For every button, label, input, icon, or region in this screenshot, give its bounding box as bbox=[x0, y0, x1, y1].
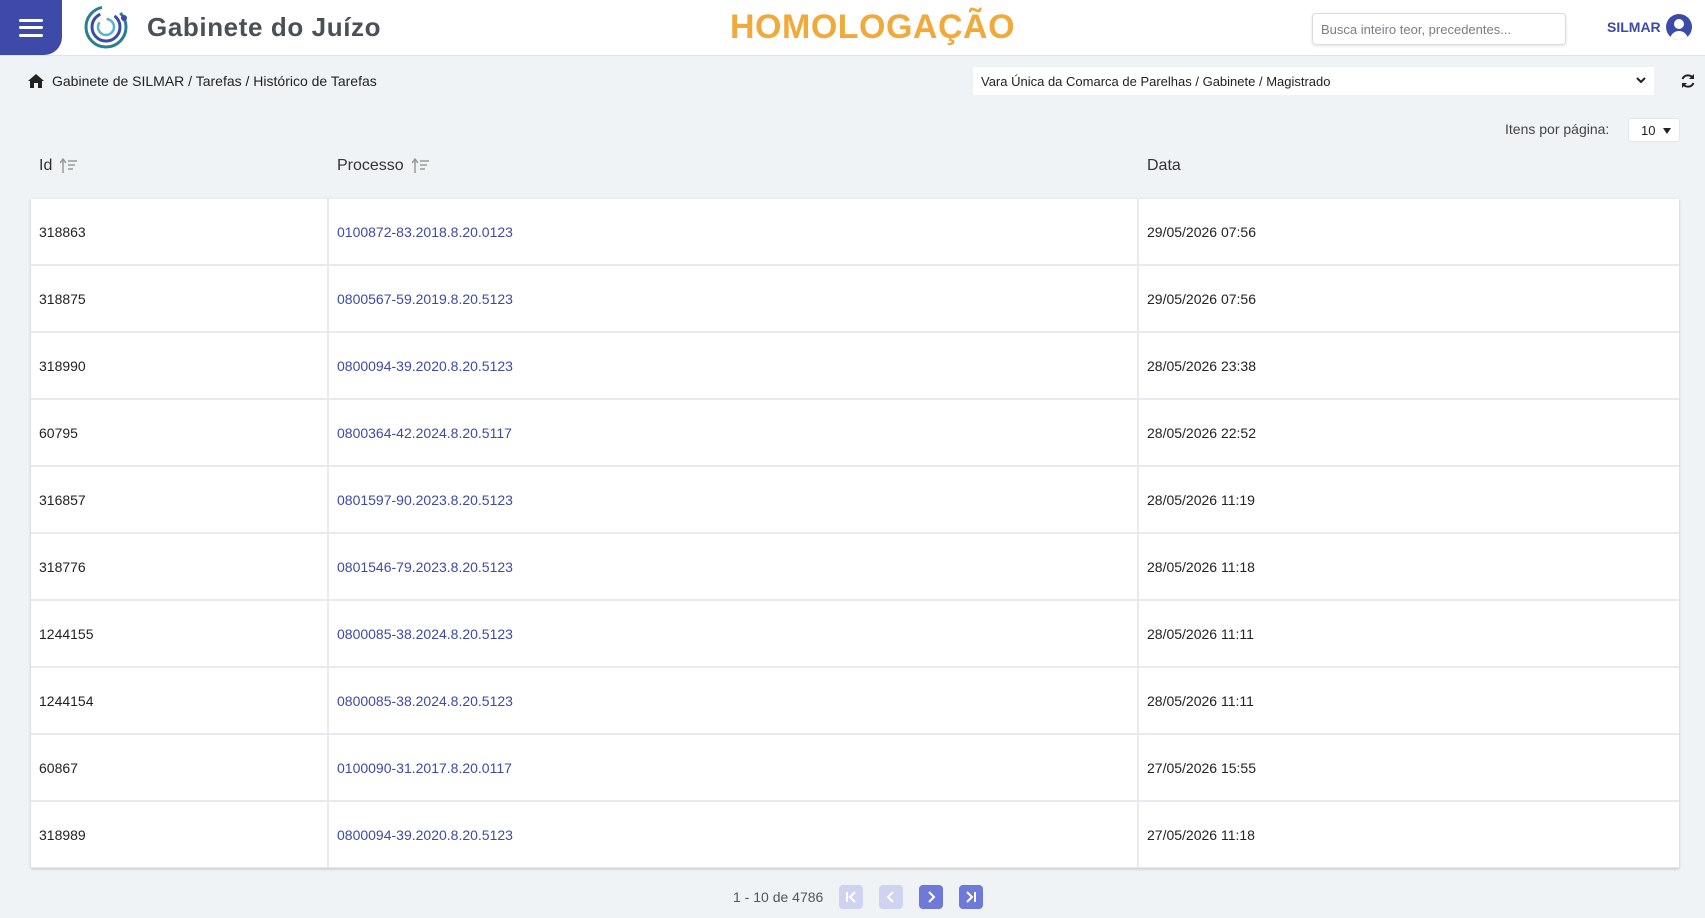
cell-id: 318776 bbox=[31, 534, 327, 599]
cell-processo-link[interactable]: 0800085-38.2024.8.20.5123 bbox=[329, 601, 1137, 666]
breadcrumb: Gabinete de SILMAR / Tarefas / Histórico… bbox=[28, 72, 377, 90]
cell-data: 28/05/2026 11:11 bbox=[1139, 601, 1679, 666]
cell-processo-link[interactable]: 0801546-79.2023.8.20.5123 bbox=[329, 534, 1137, 599]
menu-icon bbox=[19, 18, 43, 37]
table-row: 318776 0801546-79.2023.8.20.5123 28/05/2… bbox=[31, 534, 1679, 599]
cell-data: 28/05/2026 11:19 bbox=[1139, 467, 1679, 532]
cell-data: 27/05/2026 15:55 bbox=[1139, 735, 1679, 800]
prev-page-button[interactable] bbox=[879, 885, 903, 909]
search-input[interactable] bbox=[1312, 13, 1566, 45]
cell-processo-link[interactable]: 0800094-39.2020.8.20.5123 bbox=[329, 802, 1137, 867]
sort-icon[interactable] bbox=[411, 158, 430, 174]
cell-processo-link[interactable]: 0800567-59.2019.8.20.5123 bbox=[329, 266, 1137, 331]
page-size-label: Itens por página: bbox=[1505, 121, 1610, 137]
cell-id: 60795 bbox=[31, 400, 327, 465]
refresh-icon[interactable] bbox=[1680, 73, 1696, 89]
column-header-data: Data bbox=[1147, 157, 1181, 174]
next-page-button[interactable] bbox=[919, 885, 943, 909]
cell-data: 28/05/2026 22:52 bbox=[1139, 400, 1679, 465]
cell-id: 1244155 bbox=[31, 601, 327, 666]
first-page-icon bbox=[846, 891, 856, 903]
cell-processo-link[interactable]: 0100090-31.2017.8.20.0117 bbox=[329, 735, 1137, 800]
chevron-down-icon bbox=[1663, 128, 1671, 134]
table-row: 318863 0100872-83.2018.8.20.0123 29/05/2… bbox=[31, 199, 1679, 264]
pagination-range: 1 - 10 de 4786 bbox=[733, 889, 824, 905]
cell-id: 316857 bbox=[31, 467, 327, 532]
table-row: 1244155 0800085-38.2024.8.20.5123 28/05/… bbox=[31, 601, 1679, 666]
unit-selector-value: Vara Única da Comarca de Parelhas / Gabi… bbox=[981, 73, 1331, 89]
last-page-button[interactable] bbox=[959, 885, 983, 909]
user-icon[interactable] bbox=[1666, 14, 1692, 40]
breadcrumb-path[interactable]: Gabinete de SILMAR / Tarefas / Histórico… bbox=[52, 73, 377, 89]
cell-data: 28/05/2026 11:18 bbox=[1139, 534, 1679, 599]
menu-button[interactable] bbox=[0, 0, 62, 55]
cell-id: 1244154 bbox=[31, 668, 327, 733]
cell-processo-link[interactable]: 0100872-83.2018.8.20.0123 bbox=[329, 199, 1137, 264]
logo-icon bbox=[84, 5, 128, 49]
table-row: 1244154 0800085-38.2024.8.20.5123 28/05/… bbox=[31, 668, 1679, 733]
first-page-button[interactable] bbox=[839, 885, 863, 909]
prev-page-icon bbox=[886, 891, 894, 903]
next-page-icon bbox=[928, 891, 936, 903]
sort-icon[interactable] bbox=[60, 158, 78, 174]
column-header-id[interactable]: Id bbox=[39, 157, 78, 175]
cell-id: 318875 bbox=[31, 266, 327, 331]
task-history-table: 318863 0100872-83.2018.8.20.0123 29/05/2… bbox=[31, 199, 1679, 868]
page-size-select[interactable]: 10 bbox=[1628, 118, 1680, 142]
table-row: 318990 0800094-39.2020.8.20.5123 28/05/2… bbox=[31, 333, 1679, 398]
table-row: 60867 0100090-31.2017.8.20.0117 27/05/20… bbox=[31, 735, 1679, 800]
cell-id: 318990 bbox=[31, 333, 327, 398]
cell-id: 318863 bbox=[31, 199, 327, 264]
last-page-icon bbox=[966, 891, 976, 903]
environment-title: HOMOLOGAÇÃO bbox=[730, 8, 1016, 46]
cell-processo-link[interactable]: 0800364-42.2024.8.20.5117 bbox=[329, 400, 1137, 465]
column-header-processo[interactable]: Processo bbox=[337, 157, 430, 175]
cell-id: 318989 bbox=[31, 802, 327, 867]
table-row: 318875 0800567-59.2019.8.20.5123 29/05/2… bbox=[31, 266, 1679, 331]
cell-data: 28/05/2026 11:11 bbox=[1139, 668, 1679, 733]
cell-processo-link[interactable]: 0800094-39.2020.8.20.5123 bbox=[329, 333, 1137, 398]
table-row: 316857 0801597-90.2023.8.20.5123 28/05/2… bbox=[31, 467, 1679, 532]
home-icon[interactable] bbox=[28, 74, 44, 88]
app-title: Gabinete do Juízo bbox=[147, 12, 382, 42]
cell-processo-link[interactable]: 0800085-38.2024.8.20.5123 bbox=[329, 668, 1137, 733]
app-header: Gabinete do Juízo HOMOLOGAÇÃO SILMAR bbox=[0, 0, 1705, 56]
cell-id: 60867 bbox=[31, 735, 327, 800]
table-row: 318989 0800094-39.2020.8.20.5123 27/05/2… bbox=[31, 802, 1679, 867]
cell-data: 27/05/2026 11:18 bbox=[1139, 802, 1679, 867]
page-size-value: 10 bbox=[1641, 122, 1656, 138]
cell-data: 29/05/2026 07:56 bbox=[1139, 199, 1679, 264]
cell-data: 29/05/2026 07:56 bbox=[1139, 266, 1679, 331]
user-name[interactable]: SILMAR bbox=[1607, 19, 1661, 35]
chevron-down-icon bbox=[1636, 77, 1646, 84]
unit-selector[interactable]: Vara Única da Comarca de Parelhas / Gabi… bbox=[973, 67, 1654, 95]
table-row: 60795 0800364-42.2024.8.20.5117 28/05/20… bbox=[31, 400, 1679, 465]
cell-data: 28/05/2026 23:38 bbox=[1139, 333, 1679, 398]
cell-processo-link[interactable]: 0801597-90.2023.8.20.5123 bbox=[329, 467, 1137, 532]
